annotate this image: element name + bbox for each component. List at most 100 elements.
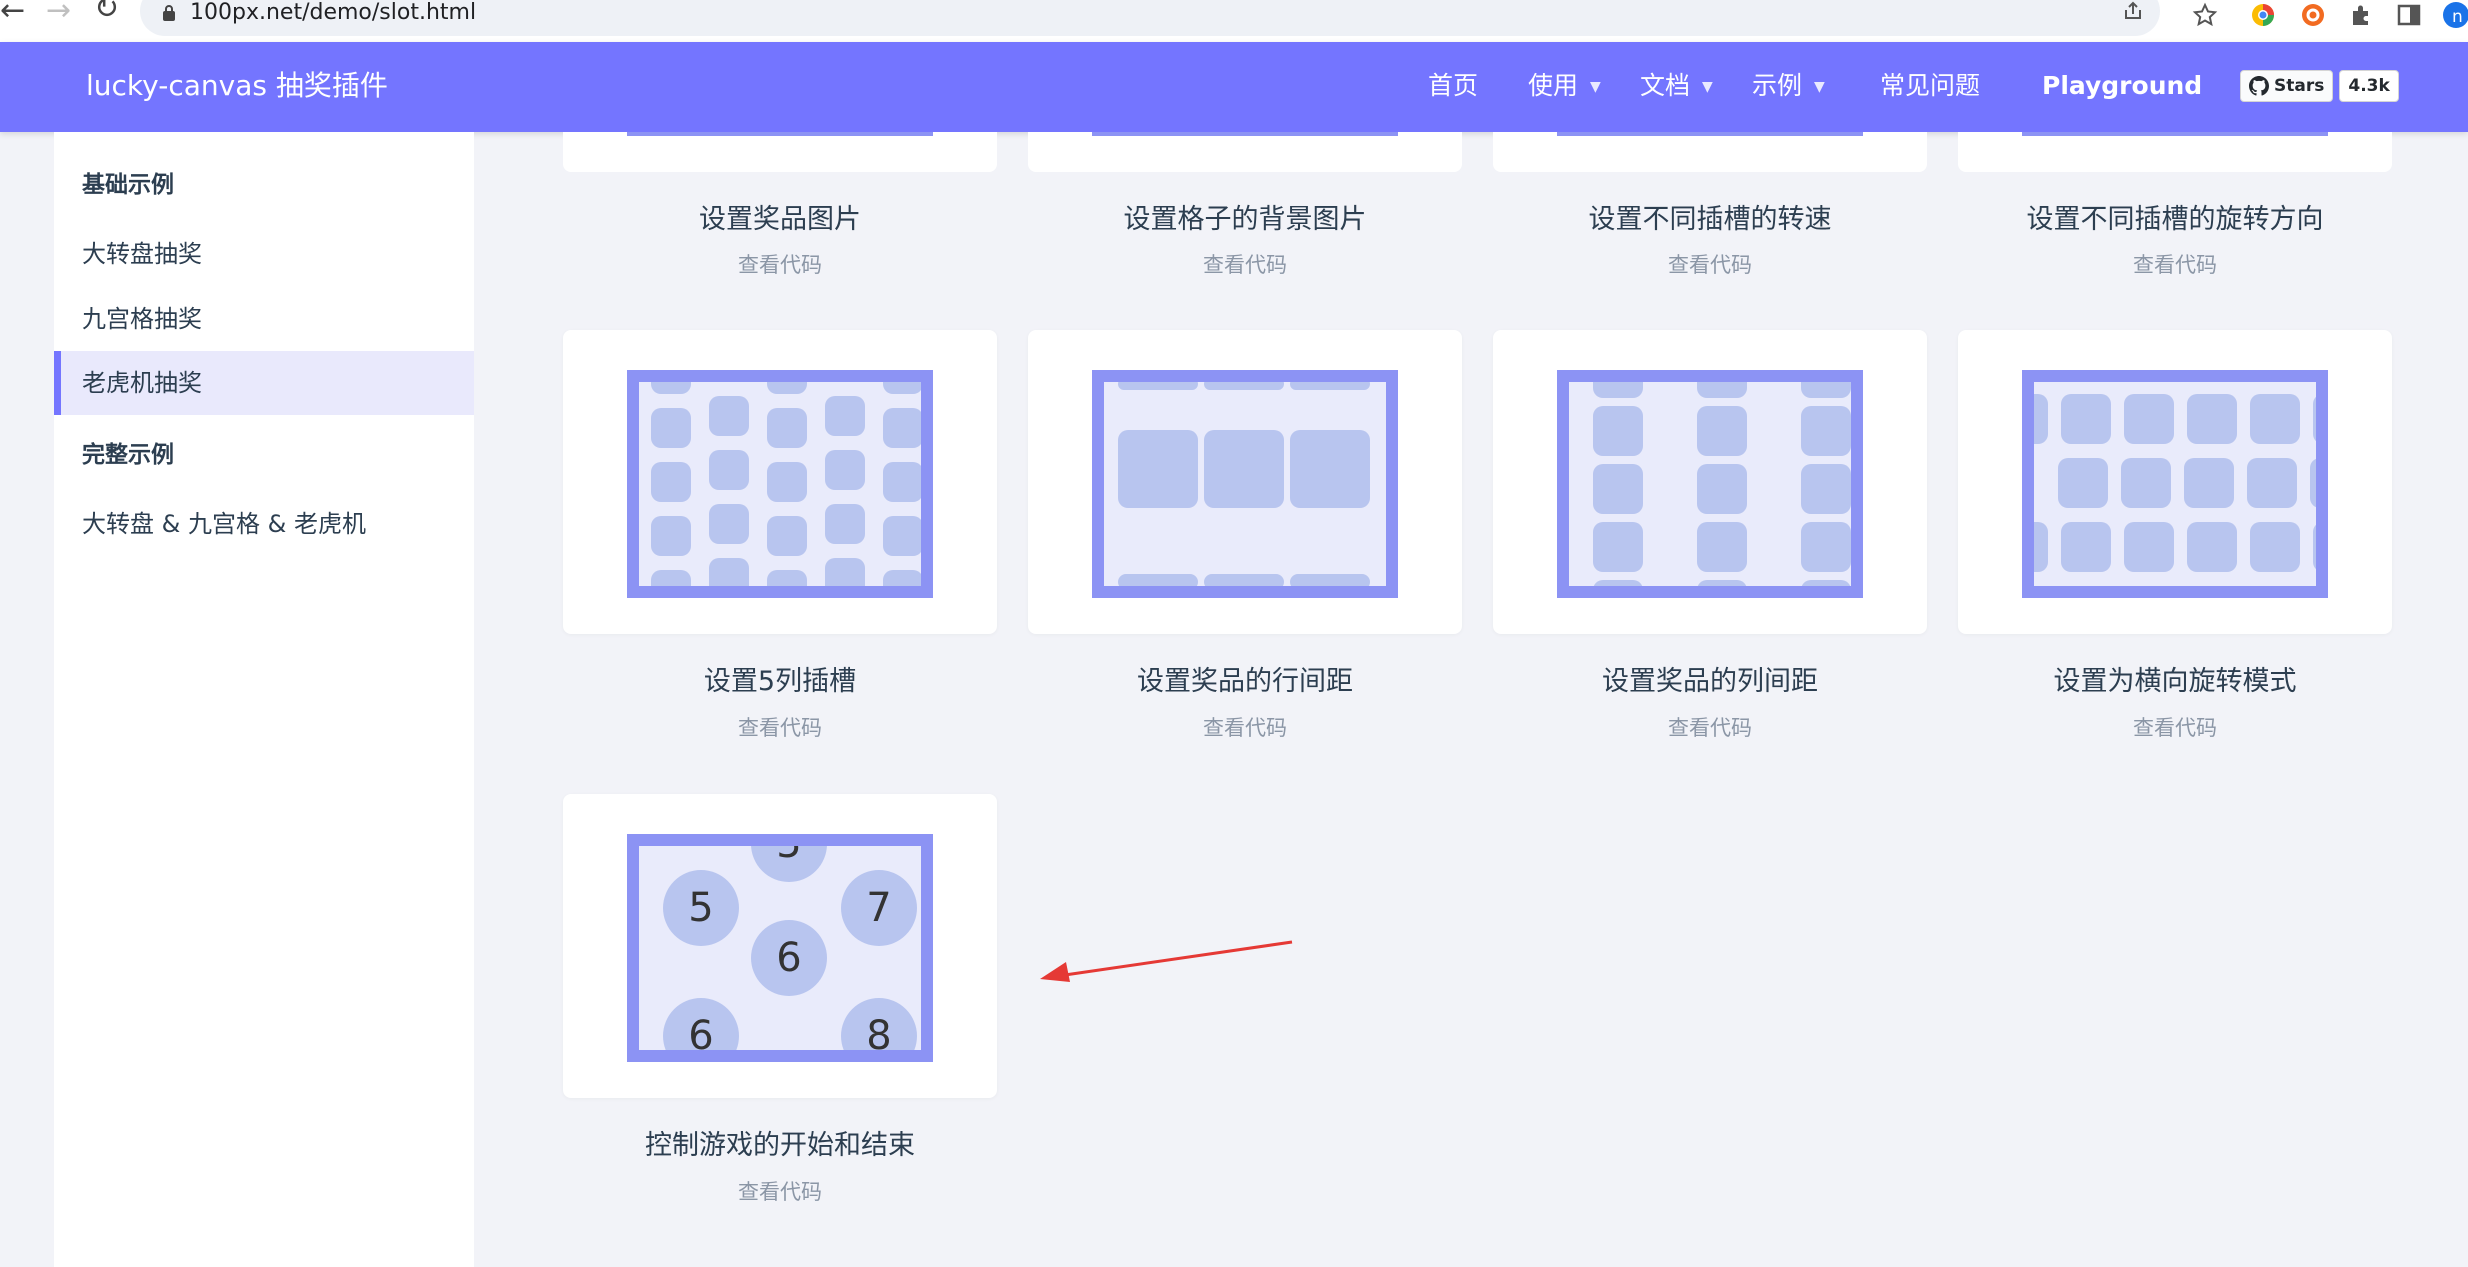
view-code-link[interactable]: 查看代码	[563, 250, 997, 280]
slot-cell	[825, 450, 865, 490]
slot-cell	[2187, 522, 2237, 572]
slot-cell	[2313, 394, 2316, 444]
svg-text:n: n	[2452, 7, 2463, 27]
back-icon[interactable]: ←	[0, 0, 25, 26]
profile-avatar-icon[interactable]: n	[2440, 2, 2468, 32]
slot-number: 6	[663, 998, 739, 1050]
slot-cell	[2034, 522, 2048, 572]
slot-cell	[1801, 382, 1851, 398]
slot-number: 5	[663, 870, 739, 946]
card-slot-speed-preview[interactable]	[1493, 132, 1927, 172]
slot-cell	[825, 558, 865, 586]
slot-cell	[1593, 382, 1643, 398]
sidebar: 基础示例 大转盘抽奖 九宫格抽奖 老虎机抽奖 完整示例 大转盘 & 九宫格 & …	[54, 132, 474, 1267]
address-bar[interactable]: 100px.net/demo/slot.html	[140, 0, 2160, 36]
card-title[interactable]: 设置奖品图片	[563, 200, 997, 240]
slot-cell	[1801, 464, 1851, 514]
card-title[interactable]: 设置为横向旋转模式	[1958, 662, 2392, 702]
site-brand[interactable]: lucky-canvas 抽奖插件	[86, 66, 388, 106]
slot-cell	[2310, 458, 2316, 508]
slot-cell	[2313, 522, 2316, 572]
slot-number: 7	[841, 870, 917, 946]
view-code-link[interactable]: 查看代码	[1958, 713, 2392, 743]
slot-cell	[709, 504, 749, 544]
slot-cell	[883, 516, 921, 556]
nav-examples-dropdown[interactable]: 示例 ▼	[1752, 68, 1825, 105]
card-title[interactable]: 设置不同插槽的旋转方向	[1958, 200, 2392, 240]
slot-cell	[767, 516, 807, 556]
slot-cell	[2187, 394, 2237, 444]
slot-cell	[651, 516, 691, 556]
extensions-puzzle-icon[interactable]	[2348, 2, 2374, 28]
card-title[interactable]: 控制游戏的开始和结束	[563, 1126, 997, 1166]
sidebar-item-slot[interactable]: 老虎机抽奖	[54, 351, 474, 415]
slot-cell	[2124, 522, 2174, 572]
slot-cell	[767, 408, 807, 448]
view-code-link[interactable]: 查看代码	[563, 1177, 997, 1207]
slot-cell	[2247, 458, 2297, 508]
reload-icon[interactable]: ↻	[94, 0, 119, 24]
nav-playground[interactable]: Playground	[2042, 68, 2202, 104]
github-star-button[interactable]: Stars	[2240, 70, 2334, 102]
nav-docs-dropdown[interactable]: 文档 ▼	[1640, 68, 1713, 105]
bookmark-star-icon[interactable]	[2192, 2, 2218, 28]
slot-cell	[651, 462, 691, 502]
slot-cell	[2061, 522, 2111, 572]
slot-cell	[1204, 430, 1284, 508]
nav-usage-dropdown[interactable]: 使用 ▼	[1528, 68, 1601, 105]
forward-icon[interactable]: →	[46, 0, 71, 26]
sidebar-item-wheel[interactable]: 大转盘抽奖	[54, 222, 474, 286]
card-title[interactable]: 设置奖品的行间距	[1028, 662, 1462, 702]
view-code-link[interactable]: 查看代码	[1958, 250, 2392, 280]
nav-home[interactable]: 首页	[1428, 68, 1478, 104]
card-row-gap-preview[interactable]	[1028, 330, 1462, 634]
view-code-link[interactable]: 查看代码	[1493, 713, 1927, 743]
github-star-count[interactable]: 4.3k	[2339, 70, 2399, 102]
slot-cell	[1204, 382, 1284, 390]
card-column-gap-preview[interactable]	[1493, 330, 1927, 634]
card-slot-direction-preview[interactable]	[1958, 132, 2392, 172]
extension-orange-icon[interactable]	[2300, 2, 2326, 28]
slot-cell	[767, 570, 807, 586]
nav-faq[interactable]: 常见问题	[1880, 68, 1980, 104]
view-code-link[interactable]: 查看代码	[1493, 250, 1927, 280]
slot-cell	[1593, 522, 1643, 572]
card-prize-image-preview[interactable]	[563, 132, 997, 172]
card-title[interactable]: 设置5列插槽	[563, 662, 997, 702]
slot-cell	[2121, 458, 2171, 508]
slot-cell	[1290, 574, 1370, 586]
share-icon[interactable]	[2122, 0, 2144, 22]
view-code-link[interactable]: 查看代码	[1028, 713, 1462, 743]
slot-number: 8	[841, 998, 917, 1050]
view-code-link[interactable]: 查看代码	[563, 713, 997, 743]
card-start-stop-preview[interactable]: 5 5 7 6 6 8	[563, 794, 997, 1098]
github-stars-widget[interactable]: Stars 4.3k	[2240, 70, 2399, 102]
slot-cell	[651, 382, 691, 394]
slot-cell	[825, 396, 865, 436]
slot-cell	[1118, 382, 1198, 390]
card-title[interactable]: 设置奖品的列间距	[1493, 662, 1927, 702]
sidebar-item-grid[interactable]: 九宫格抽奖	[54, 287, 474, 351]
slot-cell	[883, 462, 921, 502]
slot-cell	[2061, 394, 2111, 444]
slot-cell	[2250, 394, 2300, 444]
card-five-columns-preview[interactable]	[563, 330, 997, 634]
github-icon	[2249, 76, 2269, 96]
card-horizontal-mode-preview[interactable]	[1958, 330, 2392, 634]
slot-cell	[1697, 406, 1747, 456]
card-title[interactable]: 设置不同插槽的转速	[1493, 200, 1927, 240]
extension-color-icon[interactable]	[2250, 2, 2276, 28]
slot-cell	[1204, 574, 1284, 586]
card-cell-background-preview[interactable]	[1028, 132, 1462, 172]
view-code-link[interactable]: 查看代码	[1028, 250, 1462, 280]
slot-cell	[1697, 522, 1747, 572]
sidebar-item-combined[interactable]: 大转盘 & 九宫格 & 老虎机	[54, 492, 474, 556]
slot-cell	[1118, 430, 1198, 508]
slot-cell	[1801, 406, 1851, 456]
slot-cell	[825, 504, 865, 544]
slot-cell	[1290, 382, 1370, 390]
card-title[interactable]: 设置格子的背景图片	[1028, 200, 1462, 240]
slot-cell	[1593, 464, 1643, 514]
slot-number: 5	[751, 846, 827, 882]
side-panel-icon[interactable]	[2396, 2, 2422, 28]
